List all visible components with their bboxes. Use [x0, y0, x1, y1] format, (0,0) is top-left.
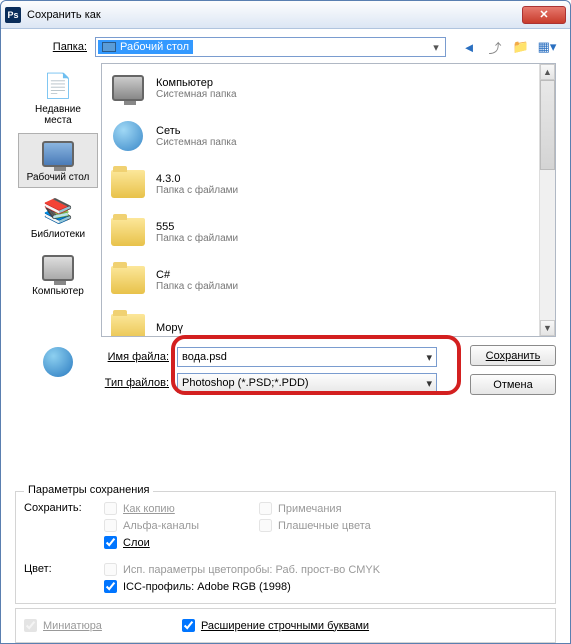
chk-alpha[interactable]: Альфа-каналы — [104, 519, 199, 532]
folder-icon — [110, 214, 146, 250]
desktop-mini-icon — [102, 42, 116, 52]
computer-icon — [42, 252, 74, 284]
sidebar-label: Компьютер — [32, 286, 84, 297]
chevron-down-icon: ▾ — [426, 377, 432, 390]
folder-label: Папка: — [15, 41, 95, 53]
chk-spot[interactable]: Плашечные цвета — [259, 519, 371, 532]
sidebar-item-desktop[interactable]: Рабочий стол — [18, 133, 98, 188]
chk-icc-profile[interactable]: ICC-профиль: Adobe RGB (1998) — [104, 580, 380, 593]
list-item[interactable]: 555Папка с файлами — [102, 208, 539, 256]
desktop-icon — [42, 138, 74, 170]
filename-label: Имя файла: — [101, 351, 177, 363]
back-icon[interactable]: ◄ — [460, 38, 478, 56]
folder-combo[interactable]: Рабочий стол ▾ — [95, 37, 446, 57]
scroll-down-icon[interactable]: ▼ — [540, 320, 555, 336]
save-params-group: Параметры сохранения Сохранить: Как копи… — [15, 491, 556, 604]
list-item[interactable]: Морү — [102, 304, 539, 336]
sidebar-item-recent[interactable]: 📄 Недавние места — [18, 65, 98, 131]
folder-icon — [110, 310, 146, 336]
sidebar-item-computer[interactable]: Компьютер — [18, 247, 98, 302]
file-list[interactable]: КомпьютерСистемная папка СетьСистемная п… — [101, 63, 556, 337]
chk-thumbnail[interactable]: Миниатюра — [24, 619, 102, 632]
folder-value: Рабочий стол — [120, 41, 189, 53]
chk-lowercase-ext[interactable]: Расширение строчными буквами — [182, 619, 369, 632]
chk-proof-cmyk[interactable]: Исп. параметры цветопробы: Раб. прост-во… — [104, 563, 380, 576]
list-item[interactable]: СетьСистемная папка — [102, 112, 539, 160]
filetype-label: Тип файлов: — [101, 377, 177, 389]
save-button[interactable]: Сохранить — [470, 345, 556, 366]
title-bar: Ps Сохранить как ✕ — [1, 1, 570, 29]
params-legend: Параметры сохранения — [24, 484, 153, 496]
libraries-icon: 📚 — [42, 195, 74, 227]
filename-input[interactable]: вода.psd ▾ — [177, 347, 437, 367]
app-icon: Ps — [5, 7, 21, 23]
sidebar-item-libraries[interactable]: 📚 Библиотеки — [18, 190, 98, 245]
close-button[interactable]: ✕ — [522, 6, 566, 24]
scroll-up-icon[interactable]: ▲ — [540, 64, 555, 80]
list-item[interactable]: 4.3.0Папка с файлами — [102, 160, 539, 208]
chevron-down-icon: ▾ — [429, 41, 443, 54]
places-sidebar: 📄 Недавние места Рабочий стол 📚 Библиоте… — [15, 63, 101, 337]
sidebar-label: Рабочий стол — [27, 172, 90, 183]
scroll-thumb[interactable] — [540, 80, 555, 170]
color-label: Цвет: — [24, 563, 104, 593]
sidebar-label: Библиотеки — [31, 229, 85, 240]
list-item[interactable]: КомпьютерСистемная папка — [102, 64, 539, 112]
folder-icon — [110, 262, 146, 298]
folder-icon — [110, 166, 146, 202]
globe-icon — [43, 347, 73, 377]
footer-group: Миниатюра Расширение строчными буквами — [15, 608, 556, 643]
filetype-combo[interactable]: Photoshop (*.PSD;*.PDD) ▾ — [177, 373, 437, 393]
list-item[interactable]: C#Папка с файлами — [102, 256, 539, 304]
computer-icon — [110, 70, 146, 106]
cancel-button[interactable]: Отмена — [470, 374, 556, 395]
window-title: Сохранить как — [27, 9, 522, 21]
chk-layers[interactable]: Слои — [104, 536, 199, 549]
chk-as-copy[interactable]: Как копию — [104, 502, 199, 515]
save-options-label: Сохранить: — [24, 502, 104, 549]
new-folder-icon[interactable]: 📁 — [512, 38, 530, 56]
scrollbar[interactable]: ▲ ▼ — [539, 64, 555, 336]
sidebar-label: Недавние места — [21, 104, 95, 126]
up-icon[interactable]: ⤴ — [486, 38, 504, 56]
recent-icon: 📄 — [42, 70, 74, 102]
chevron-down-icon: ▾ — [426, 351, 432, 364]
network-icon — [110, 118, 146, 154]
chk-notes[interactable]: Примечания — [259, 502, 371, 515]
view-menu-icon[interactable]: ▦▾ — [538, 38, 556, 56]
